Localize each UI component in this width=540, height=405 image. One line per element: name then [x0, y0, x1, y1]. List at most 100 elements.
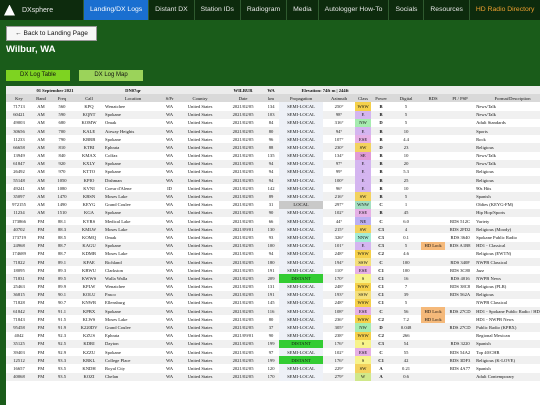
table-row[interactable]: 972155 AM 1490 KEYG Grand Coulee WA United Sta… [6, 200, 540, 209]
cell-digital: 45 [391, 208, 422, 217]
cell-rds [421, 126, 446, 136]
table-row[interactable]: 39403 FM 92.9 KZZU Spokane WA United States 202… [6, 348, 540, 357]
table-row[interactable]: 66658 AM 810 KTBI Ephrata WA United States 2021… [6, 143, 540, 152]
table-row[interactable]: 55148 AM 1050 KPIO Dishman WA United States 202… [6, 176, 540, 185]
nav-item-media[interactable]: Media [286, 0, 318, 20]
table-row[interactable]: 49003 AM 680 KOMW Omak WA United States 2021/02… [6, 118, 540, 127]
cell-location: Pasco [104, 290, 163, 299]
column-header-s-pr[interactable]: S/Pr [162, 94, 178, 103]
cell-call: KVNI [83, 185, 95, 191]
nav-item-station-ids[interactable]: Station IDs [193, 0, 240, 20]
table-row[interactable]: 71713 AM 560 KPQ Wenatchee WA United States 202… [6, 102, 540, 111]
page-title: Wilbur, WA [6, 44, 56, 55]
cell-key: 26492 [13, 169, 25, 175]
table-row[interactable]: 35125 FM 92.5 KDRI Dayton WA United States 2021… [6, 339, 540, 348]
table-row[interactable]: 49241 AM 1080 KVNI Coeur d'Alene ID United Sta… [6, 184, 540, 193]
cell-azimuth: 305° [323, 323, 356, 332]
table-row[interactable]: 13949 AM 840 KMAX Colfax WA United States 2021/… [6, 151, 540, 160]
table-row[interactable]: 71843 FM 91.5 KLWS Moses Lake WA United States… [6, 315, 540, 324]
cell-class: ESE [355, 135, 372, 144]
dx-log-table-button[interactable]: DX Log Table [6, 70, 70, 81]
cell-call: KPIO [74, 176, 105, 185]
cell-freq: 91.5 [57, 316, 67, 322]
table-row[interactable]: 24968 FM 88.7 KAGU Spokane WA United States 202… [6, 241, 540, 250]
nav-item-radiogram[interactable]: Radiogram [239, 0, 286, 20]
nav-item-hd-radio-directory[interactable]: HD Radio Directory [468, 0, 540, 20]
cell-freq: 1490 [57, 202, 67, 208]
table-row[interactable]: 61847 AM 920 KXLY Spokane WA United States 2021… [6, 159, 540, 168]
dx-log-map-button[interactable]: DX Log Map [79, 70, 143, 81]
cell-date: 2021/02/05 [232, 120, 254, 126]
column-header-km[interactable]: km [263, 94, 280, 103]
table-row[interactable]: 35097 AM 1470 KBSN Moses Lake WA United States… [6, 192, 540, 201]
column-header-pi-psp[interactable]: PI / PSP [445, 94, 476, 103]
cell-call: KEYG [82, 202, 96, 208]
table-row[interactable]: 26492 AM 970 KTTO Spokane WA United States 2021… [6, 167, 540, 177]
cell-format-description: Oldies (KEYG-FM) [476, 202, 514, 208]
cell-digital: 5 [391, 110, 422, 119]
cell-propagation: SEMI-LOCAL [279, 184, 324, 193]
column-header-power[interactable]: Power [371, 94, 392, 103]
column-header-propagation[interactable]: Propagation [279, 94, 324, 103]
cell-format-description: Rock [476, 136, 486, 142]
table-row[interactable]: 40702 FM 88.3 KMLW Moses Lake WA United States… [6, 225, 540, 234]
column-header-rds[interactable]: RDS [421, 94, 446, 103]
cell-digital: 100 [391, 257, 422, 267]
table-row[interactable]: 11234 AM 1510 KGA Spokane WA United States 2021… [6, 208, 540, 217]
nav-item-landing-dx-logs[interactable]: Landing/DX Logs [83, 0, 149, 20]
table-row[interactable]: 61842 FM 91.1 KPBX Spokane WA United States 202… [6, 307, 540, 316]
cell-rds [421, 257, 446, 267]
column-header-call[interactable]: Call [74, 94, 105, 103]
cell-class: S [355, 356, 372, 365]
table-row[interactable]: 173866 FM 88.1 KYRS Medical Lake WA United Sta… [6, 217, 540, 226]
table-row[interactable]: 40068 FM 93.5 KOZI Chelan WA United States 2021… [6, 372, 540, 381]
logo[interactable]: DXsphere [0, 0, 80, 20]
nav-item-autologger-how-to[interactable]: Autologger How-To [317, 0, 389, 20]
cell-s-pr: WA [165, 365, 174, 371]
nav-item-distant-dx[interactable]: Distant DX [148, 0, 193, 20]
cell-azimuth: 98° [323, 110, 356, 119]
cell-country: United States [187, 284, 213, 290]
table-row[interactable]: 95458 FM 91.9 K220DV Grand Coulee WA United St… [6, 323, 540, 332]
table-row[interactable]: 25463 FM 89.9 KPLW Wenatchee WA United States 2… [6, 282, 540, 291]
cell-call: KOMW [81, 120, 97, 126]
cell-pi-psp [445, 250, 475, 258]
cell-country: United States [177, 192, 224, 201]
table-row[interactable]: 71831 FM 89.5 KWWS Walla Walla WA United State… [6, 274, 540, 283]
column-header-key[interactable]: Key [6, 94, 32, 103]
nav-item-resources[interactable]: Resources [423, 0, 469, 20]
cell-digital: 0.21 [402, 365, 411, 371]
column-header-azimuth[interactable]: Azimuth [323, 94, 356, 103]
table-row[interactable]: 30656 AM 700 KALE Airway Heights WA United Sta… [6, 126, 540, 136]
cell-propagation: SEMI-LOCAL [279, 331, 324, 340]
column-header-location[interactable]: Location [104, 94, 163, 103]
back-to-landing-button[interactable]: ← Back to Landing Page [6, 26, 97, 41]
column-header-country[interactable]: Country [177, 94, 224, 103]
cell-propagation: DISTANT [279, 274, 324, 283]
table-row[interactable]: 4042 FM 92.3 KZUS Ephrata WA United States 2021… [6, 331, 540, 340]
column-header-band[interactable]: Band [32, 94, 50, 103]
table-row[interactable]: 36815 FM 90.1 KOLU Pasco WA United States 2021/… [6, 290, 540, 299]
table-row[interactable]: 11233 AM 790 KBRB Spokane WA United States 2021… [6, 135, 540, 144]
table-row[interactable]: 18095 FM 89.3 KBWU Clarkston WA United States 2… [6, 266, 540, 275]
cell-class: S [355, 339, 372, 348]
column-header-date[interactable]: Date [223, 94, 264, 103]
cell-km: 37 [263, 323, 280, 332]
table-row[interactable]: 71828 FM 90.7 KNWR Ellensburg WA United States… [6, 298, 540, 308]
column-header-digital[interactable]: Digital [391, 94, 422, 103]
table-row[interactable]: 16657 FM 93.5 KNDH Royal City WA United States… [6, 364, 540, 373]
column-header-format-description[interactable]: Format/Description [475, 94, 540, 103]
cell-pi-psp: RDS A1B8 [445, 241, 476, 250]
table-row[interactable]: 174689 FM 88.7 KDMB Moses Lake WA United State… [6, 249, 540, 258]
cell-key: 35097 [6, 192, 32, 201]
table-row[interactable]: 173719 FM 88.5 KOMQ Omak WA United States 2021/… [6, 233, 540, 242]
column-header-freq[interactable]: Freq [50, 94, 74, 103]
cell-call: KWWS [74, 274, 105, 283]
table-row[interactable]: 71822 FM 89.1 KFAE Richland WA United States 20… [6, 257, 540, 267]
cell-power: C3 [371, 241, 392, 250]
cell-s-pr: WA [162, 241, 178, 250]
table-row[interactable]: 60421 AM 590 KQNT Spokane WA United States 2021… [6, 110, 540, 119]
table-row[interactable]: 12512 FM 93.3 KRKL College Place WA United Sta… [6, 356, 540, 365]
column-header-class[interactable]: Class [355, 94, 372, 103]
nav-item-socials[interactable]: Socials [388, 0, 423, 20]
